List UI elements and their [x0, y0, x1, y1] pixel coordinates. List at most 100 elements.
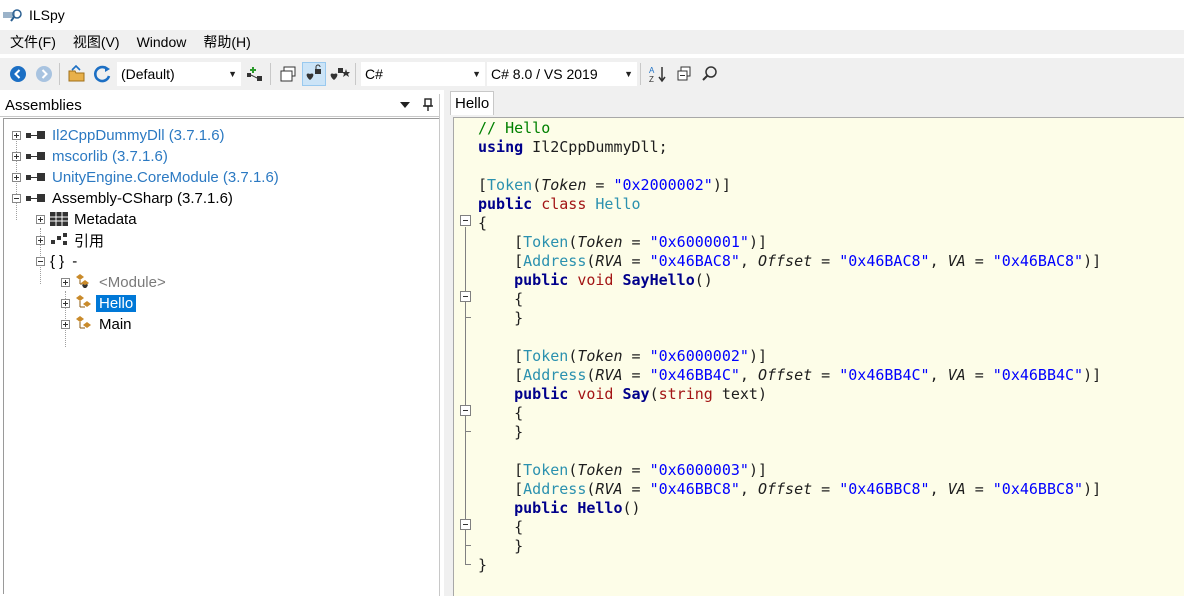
- code-token: =: [622, 252, 650, 270]
- fold-method-icon[interactable]: [460, 291, 471, 302]
- tree-item-mscorlib[interactable]: mscorlib (3.7.1.6): [12, 146, 168, 166]
- menu-window[interactable]: Window: [128, 31, 195, 53]
- assembly-list-combo[interactable]: (Default) ▼: [117, 62, 241, 86]
- code-token: )]: [1083, 366, 1102, 384]
- fold-method-icon[interactable]: [460, 519, 471, 530]
- menu-view[interactable]: 视图(V): [64, 31, 128, 53]
- code-token: }: [478, 556, 488, 574]
- language-version-combo[interactable]: C# 8.0 / VS 2019 ▼: [487, 62, 637, 86]
- code-token: Il2CppDummyDll;: [523, 138, 668, 156]
- code-line: public class Hello: [478, 195, 641, 214]
- expand-icon[interactable]: [61, 277, 70, 287]
- code-token: "0x2000002": [613, 176, 713, 194]
- tab-hello[interactable]: Hello: [450, 91, 495, 115]
- expand-icon[interactable]: [36, 235, 45, 245]
- tree-item-il2cppdummydll[interactable]: Il2CppDummyDll (3.7.1.6): [12, 125, 225, 145]
- code-token: "0x46BB4C": [649, 366, 740, 384]
- assemblies-panel-title: Assemblies: [5, 96, 82, 114]
- code-token: =: [622, 461, 650, 479]
- code-token: ,: [739, 480, 758, 498]
- code-line: [Token(Token = "0x6000001")]: [478, 233, 767, 252]
- code-token: [: [478, 366, 524, 384]
- collapse-all-button[interactable]: [672, 62, 696, 86]
- code-token: VA: [947, 252, 966, 270]
- code-token: "0x46BAC8": [839, 252, 930, 270]
- show-public-only-button[interactable]: [302, 62, 326, 86]
- code-token: Token: [577, 461, 623, 479]
- code-line: }: [478, 537, 523, 556]
- assembly-tree[interactable]: Il2CppDummyDll (3.7.1.6) mscorlib (3.7.1…: [3, 118, 439, 594]
- code-line: {: [478, 290, 523, 309]
- assembly-icon: [26, 130, 46, 140]
- collapse-icon[interactable]: [12, 193, 21, 203]
- expand-icon[interactable]: [61, 298, 70, 308]
- code-token: public: [514, 385, 569, 403]
- tree-item-hello[interactable]: Hello: [61, 293, 137, 313]
- expand-icon[interactable]: [12, 172, 21, 182]
- tree-item-main[interactable]: Main: [61, 314, 132, 334]
- pin-icon[interactable]: [423, 98, 433, 112]
- expand-icon[interactable]: [36, 214, 45, 224]
- show-all-icon: [330, 68, 350, 80]
- back-button[interactable]: [6, 62, 30, 86]
- refresh-button[interactable]: [91, 62, 115, 86]
- code-editor[interactable]: // Hello using Il2CppDummyDll; [Token(Toke…: [453, 117, 1184, 596]
- manage-assembly-lists-button[interactable]: [243, 62, 267, 86]
- code-line: [Token(Token = "0x2000002")]: [478, 176, 731, 195]
- code-token: [: [478, 480, 524, 498]
- open-button[interactable]: [65, 62, 89, 86]
- code-line: [Address(RVA = "0x46BBC8", Offset = "0x4…: [478, 480, 1101, 499]
- code-line: {: [478, 404, 523, 423]
- class-icon: [75, 273, 93, 291]
- new-tab-button[interactable]: [276, 62, 300, 86]
- tree-item-namespace[interactable]: { } -: [36, 251, 77, 271]
- tree-item-unityengine-coremodule[interactable]: UnityEngine.CoreModule (3.7.1.6): [12, 167, 279, 187]
- code-line: }: [478, 423, 523, 442]
- code-token: =: [965, 252, 993, 270]
- code-line: using Il2CppDummyDll;: [478, 138, 668, 157]
- show-public-only-icon: [306, 64, 321, 80]
- collapse-all-icon: [677, 66, 691, 81]
- menu-file[interactable]: 文件(F): [0, 31, 64, 53]
- code-token: Token: [523, 233, 569, 251]
- collapse-icon[interactable]: [36, 256, 45, 266]
- expand-icon[interactable]: [12, 130, 21, 140]
- menu-help[interactable]: 帮助(H): [194, 31, 258, 53]
- code-token: (: [568, 461, 578, 479]
- refresh-icon: [94, 65, 111, 83]
- forward-button[interactable]: [32, 62, 56, 86]
- search-icon: [702, 66, 717, 81]
- code-token: SayHello: [622, 271, 695, 289]
- toolbar-separator: [59, 63, 60, 85]
- tree-item-assembly-csharp[interactable]: Assembly-CSharp (3.7.1.6): [12, 188, 233, 208]
- tree-item-references[interactable]: 引用: [36, 230, 104, 250]
- toolbar-separator: [355, 63, 356, 85]
- code-token: text): [712, 385, 767, 403]
- code-token: )]: [748, 233, 767, 251]
- assembly-list-value: (Default): [121, 66, 175, 82]
- show-all-members-button[interactable]: [328, 62, 352, 86]
- tree-item-metadata[interactable]: Metadata: [36, 209, 137, 229]
- expand-icon[interactable]: [12, 151, 21, 161]
- code-token: {: [478, 290, 524, 308]
- panel-dropdown-icon[interactable]: [399, 101, 411, 109]
- tree-item-module[interactable]: <Module>: [61, 272, 166, 292]
- search-button[interactable]: [698, 62, 722, 86]
- ilspy-app-icon: [3, 7, 23, 23]
- fold-class-icon[interactable]: [460, 215, 471, 226]
- code-token: =: [965, 366, 993, 384]
- code-token: }: [478, 309, 524, 327]
- code-token: public: [514, 271, 569, 289]
- expand-icon[interactable]: [61, 319, 70, 329]
- tree-item-label: Il2CppDummyDll (3.7.1.6): [52, 126, 225, 144]
- code-line: public void SayHello(): [478, 271, 713, 290]
- class-icon: [75, 294, 93, 312]
- code-line: public void Say(string text): [478, 385, 767, 404]
- fold-method-icon[interactable]: [460, 405, 471, 416]
- sort-button[interactable]: AZ: [646, 62, 670, 86]
- language-combo[interactable]: C# ▼: [361, 62, 485, 86]
- assembly-icon: [26, 151, 46, 161]
